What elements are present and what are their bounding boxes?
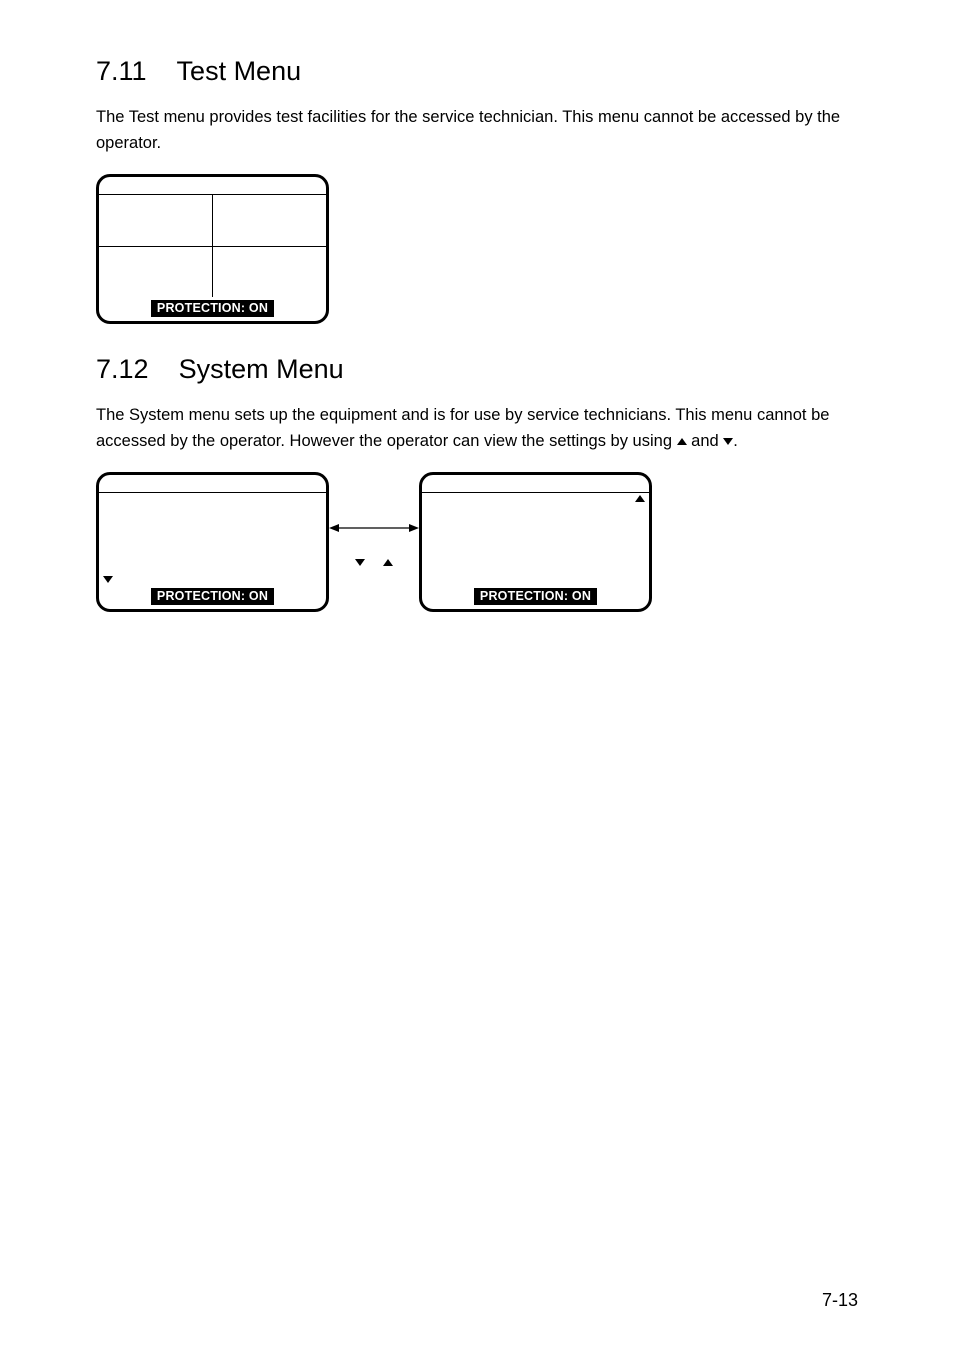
protection-label: PROTECTION: ON bbox=[151, 300, 274, 317]
screen-body bbox=[422, 493, 649, 585]
screen-footer: PROTECTION: ON bbox=[422, 585, 649, 609]
test-menu-screen: PROTECTION: ON bbox=[96, 174, 329, 324]
screen-footer: PROTECTION: ON bbox=[99, 585, 326, 609]
system-menu-screen-1: PROTECTION: ON bbox=[96, 472, 329, 612]
triangle-up-icon bbox=[383, 559, 393, 566]
triangle-up-icon bbox=[677, 438, 687, 445]
section-title: Test Menu bbox=[177, 56, 302, 86]
page-number: 7-13 bbox=[822, 1290, 858, 1311]
nav-arrows-between bbox=[329, 472, 419, 612]
dual-screen-row: PROTECTION: ON PROTECTION: ON bbox=[96, 472, 858, 612]
screen-header bbox=[422, 475, 649, 493]
screen-header bbox=[99, 177, 326, 195]
screen-body bbox=[99, 493, 326, 585]
triangle-down-icon bbox=[355, 559, 365, 566]
triangle-down-icon bbox=[103, 576, 113, 583]
triangle-up-icon bbox=[635, 495, 645, 502]
screen-footer: PROTECTION: ON bbox=[99, 297, 326, 321]
section-number: 7.11 bbox=[96, 56, 147, 87]
section-heading-test-menu: 7.11 Test Menu bbox=[96, 56, 858, 87]
section-number: 7.12 bbox=[96, 354, 149, 385]
screen-header bbox=[99, 475, 326, 493]
section-body-test-menu: The Test menu provides test facilities f… bbox=[96, 105, 858, 156]
system-menu-screen-2: PROTECTION: ON bbox=[419, 472, 652, 612]
triangle-down-icon bbox=[723, 438, 733, 445]
section-heading-system-menu: 7.12 System Menu bbox=[96, 354, 858, 385]
protection-label: PROTECTION: ON bbox=[474, 588, 597, 605]
protection-label: PROTECTION: ON bbox=[151, 588, 274, 605]
section-title: System Menu bbox=[179, 354, 344, 384]
section-body-system-menu: The System menu sets up the equipment an… bbox=[96, 403, 858, 454]
screen-body bbox=[99, 195, 326, 297]
